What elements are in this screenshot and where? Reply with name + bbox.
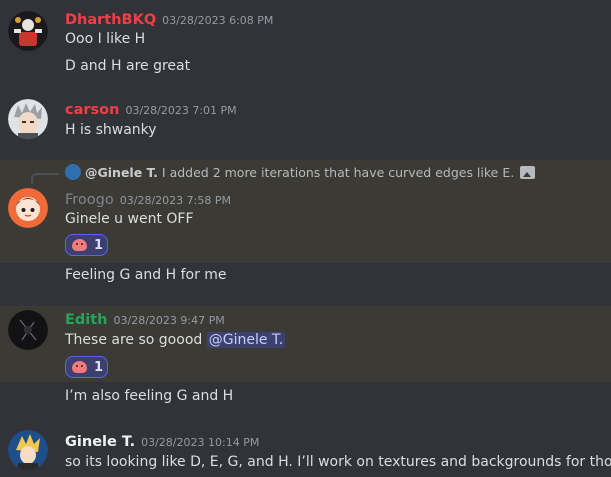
pink-blob-emoji-icon	[72, 361, 87, 373]
reply-connector	[31, 173, 59, 184]
reaction-count: 1	[94, 237, 104, 253]
avatar-dharthbkq[interactable]	[8, 11, 48, 51]
pink-blob-emoji-icon	[72, 239, 87, 251]
avatar-froogo[interactable]	[8, 188, 48, 228]
chat-messages: DharthBKQ 03/28/2023 6:08 PM Ooo I like H…	[0, 0, 611, 477]
user-mention[interactable]: @Ginele T.	[206, 332, 286, 348]
message-header: Ginele T. 03/28/2023 10:14 PM	[65, 431, 259, 451]
message-text: D and H are great	[65, 58, 191, 74]
avatar-carson[interactable]	[8, 99, 48, 139]
message-text: Ooo I like H	[65, 31, 146, 47]
reaction-button[interactable]: 1	[65, 356, 108, 378]
reply-preview[interactable]: @Ginele T. I added 2 more iterations tha…	[65, 164, 536, 180]
reply-avatar	[65, 164, 81, 180]
message-text: H is shwanky	[65, 122, 157, 138]
message-header: DharthBKQ 03/28/2023 6:08 PM	[65, 9, 273, 29]
message-text: Ginele u went OFF	[65, 211, 194, 227]
username[interactable]: Edith	[65, 312, 108, 328]
message-text: Feeling G and H for me	[65, 267, 227, 283]
timestamp[interactable]: 03/28/2023 10:14 PM	[141, 436, 259, 449]
avatar-edith[interactable]	[8, 310, 48, 350]
message-text: so its looking like D, E, G, and H. I’ll…	[65, 454, 611, 470]
username[interactable]: DharthBKQ	[65, 12, 156, 28]
message-text: I’m also feeling G and H	[65, 388, 234, 404]
timestamp[interactable]: 03/28/2023 6:08 PM	[162, 14, 273, 27]
message-text: These are so goood @Ginele T.	[65, 332, 286, 348]
message-text-content: These are so goood	[65, 332, 203, 348]
username[interactable]: Ginele T.	[65, 434, 135, 450]
timestamp[interactable]: 03/28/2023 7:01 PM	[125, 104, 236, 117]
reply-text: I added 2 more iterations that have curv…	[161, 165, 515, 180]
message-header: Froogo 03/28/2023 7:58 PM	[65, 189, 231, 209]
username[interactable]: carson	[65, 102, 119, 118]
message-header: Edith 03/28/2023 9:47 PM	[65, 309, 225, 329]
reaction-button[interactable]: 1	[65, 234, 108, 256]
username[interactable]: Froogo	[65, 192, 114, 208]
reply-mention[interactable]: @Ginele T.	[85, 165, 158, 180]
reaction-count: 1	[94, 359, 104, 375]
avatar-ginele[interactable]	[8, 430, 48, 470]
message-header: carson 03/28/2023 7:01 PM	[65, 99, 237, 119]
timestamp[interactable]: 03/28/2023 7:58 PM	[120, 194, 231, 207]
image-icon	[520, 166, 536, 179]
timestamp[interactable]: 03/28/2023 9:47 PM	[114, 314, 225, 327]
